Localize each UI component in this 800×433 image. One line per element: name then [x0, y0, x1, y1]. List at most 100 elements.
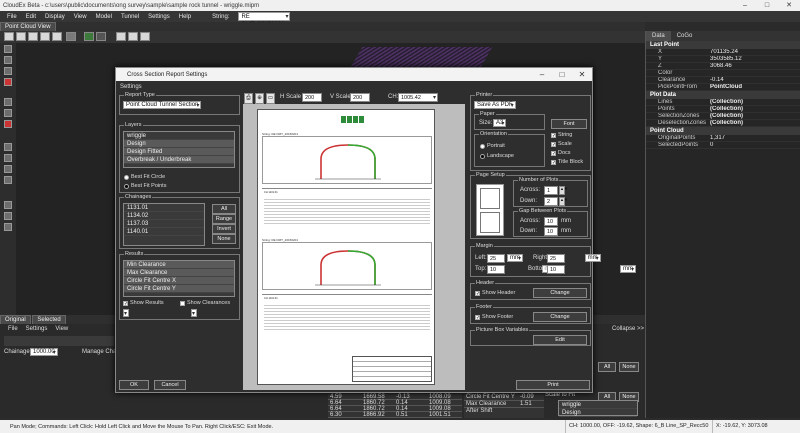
grid2-icon[interactable] [4, 212, 12, 220]
side-layer-list[interactable]: wriggle Design [558, 400, 638, 417]
chainages-list[interactable]: 1131.01 1134.02 1137.03 1140.01 [123, 203, 205, 246]
ellipse-icon[interactable] [4, 176, 12, 184]
show-clearances-checkbox[interactable]: Show Clearances [180, 300, 230, 306]
layers-list[interactable]: wriggle Design Design Fitted Overbreak /… [123, 131, 235, 168]
close-icon[interactable]: ✕ [778, 0, 800, 11]
string-select[interactable]: RE DMT_20150201 [238, 12, 291, 28]
image-tool-icon[interactable] [84, 32, 94, 41]
landscape-radio[interactable]: Landscape [480, 153, 514, 159]
all-button[interactable]: All [598, 362, 616, 372]
lower-menu-settings[interactable]: Settings [26, 326, 48, 332]
cancel-button[interactable]: Cancel [154, 380, 186, 390]
menu-file[interactable]: File [7, 14, 17, 20]
manage-chainages-label[interactable]: Manage Chai [82, 349, 118, 355]
string-checkbox[interactable]: ✓ String [551, 132, 572, 138]
margin-left-input[interactable]: 25 [487, 254, 505, 263]
measure-tool-icon[interactable] [116, 32, 126, 41]
preview-print-icon[interactable]: ⎙ [244, 93, 253, 104]
margin-bottom-unit-select[interactable]: mm [620, 265, 637, 273]
property-row[interactable]: Y 3503585.12 [646, 56, 800, 63]
property-row[interactable]: Points (Collection) [646, 106, 800, 113]
lower-menu-view[interactable]: View [55, 326, 68, 332]
list-item[interactable]: 1134.02 [124, 212, 204, 220]
portrait-radio[interactable]: Portrait [480, 143, 505, 149]
menu-edit[interactable]: Edit [26, 14, 36, 20]
list-item[interactable]: Design Fitted [124, 148, 234, 156]
pan-tool-icon[interactable] [16, 32, 26, 41]
footer-change-button[interactable]: Change [533, 312, 587, 322]
property-row[interactable]: Z 3068.46 [646, 63, 800, 70]
polyline-icon[interactable] [4, 109, 12, 117]
delete-icon[interactable] [4, 120, 12, 128]
property-row[interactable]: Clearance -0.14 [646, 77, 800, 84]
list-item[interactable]: 1140.01 [124, 228, 204, 236]
best-fit-circle-radio[interactable]: Best Fit Circle [124, 174, 165, 180]
minimize-icon[interactable]: – [734, 0, 756, 11]
point-icon[interactable] [4, 67, 12, 75]
menu-display[interactable]: Display [45, 14, 65, 20]
results-select-2[interactable] [191, 309, 197, 317]
chainage-none-button[interactable]: None [212, 234, 236, 244]
pick-icon[interactable] [4, 56, 12, 64]
menu-model[interactable]: Model [96, 14, 112, 20]
margin-left-unit-select[interactable]: mm [507, 254, 523, 262]
layers-tool-icon[interactable] [140, 32, 150, 41]
print-preview[interactable]: String: RE DMT_20150201 CH 1131.01 Strin… [243, 104, 465, 390]
line-icon[interactable] [4, 98, 12, 106]
dialog-close-icon[interactable]: ✕ [572, 68, 592, 81]
menu-tunnel[interactable]: Tunnel [121, 14, 139, 20]
plots-down-stepper[interactable]: ▲▼ [559, 197, 568, 206]
margin-right-input[interactable]: 25 [547, 254, 565, 263]
best-fit-points-radio[interactable]: Best Fit Points [124, 183, 166, 189]
list-item[interactable]: Circle Fit Centre Y [124, 285, 234, 293]
property-row[interactable]: SelectedPoints 0 [646, 142, 800, 149]
camera-tool-icon[interactable] [96, 32, 106, 41]
property-section-header[interactable]: Last Point [646, 41, 800, 49]
maximize-icon[interactable]: □ [756, 0, 778, 11]
property-row[interactable]: X 701135.24 [646, 49, 800, 56]
scale-checkbox[interactable]: ✓ Scale [551, 141, 572, 147]
stop-icon[interactable] [4, 78, 12, 86]
grid3-icon[interactable] [4, 223, 12, 231]
menu-settings[interactable]: Settings [148, 14, 170, 20]
show-results-checkbox[interactable]: ✓ Show Results [123, 300, 164, 306]
menu-view[interactable]: View [74, 14, 87, 20]
title-block-checkbox[interactable]: ✓ Title Block [551, 159, 583, 165]
results-select-1[interactable] [123, 309, 129, 317]
preview-page-icon[interactable]: ▭ [266, 93, 275, 104]
grid-icon[interactable] [4, 201, 12, 209]
tab-cogo[interactable]: CoGo [671, 31, 699, 41]
margin-bottom-input[interactable]: 10 [547, 265, 565, 274]
font-button[interactable]: Font [551, 119, 587, 129]
property-section-header[interactable]: Plot Data [646, 91, 800, 99]
circle-icon[interactable] [4, 143, 12, 151]
docs-checkbox[interactable]: ✓ Docs [551, 150, 571, 156]
property-row[interactable]: OriginalPoints 1,317 [646, 135, 800, 142]
property-row[interactable]: PickPointFrom PointCloud [646, 84, 800, 91]
results-list[interactable]: Min Clearance Max Clearance Circle Fit C… [123, 260, 235, 297]
ok-button[interactable]: OK [119, 380, 149, 390]
move-icon[interactable] [4, 45, 12, 53]
margin-top-input[interactable]: 10 [487, 265, 505, 274]
list-item[interactable]: Overbreak / Underbreak [124, 156, 234, 164]
plots-across-input[interactable]: 1 [544, 186, 558, 195]
list-item[interactable]: wriggle [559, 401, 637, 409]
property-section-header[interactable]: Point Cloud [646, 127, 800, 135]
property-row[interactable]: Lines (Collection) [646, 99, 800, 106]
tab-data[interactable]: Data [646, 31, 671, 41]
show-header-checkbox[interactable]: ✓ Show Header [475, 290, 515, 296]
list-item[interactable]: Min Clearance [124, 261, 234, 269]
plots-down-input[interactable]: 2 [544, 197, 558, 206]
report-type-select[interactable]: Point Cloud Tunnel Section [123, 101, 202, 109]
gap-across-input[interactable]: 10 [544, 217, 558, 226]
gap-down-input[interactable]: 10 [544, 227, 558, 236]
margin-right-unit-select[interactable]: mm [584, 254, 601, 262]
collapse-button[interactable]: Collapse >> [612, 326, 644, 332]
print-button[interactable]: Print [516, 380, 590, 390]
ch-select[interactable]: 1005.42 [398, 93, 438, 102]
property-row[interactable]: SelectionZones (Collection) [646, 113, 800, 120]
list-item[interactable]: 1131.01 [124, 204, 204, 212]
preview-zoom-icon[interactable]: ⊕ [255, 93, 264, 104]
printer-select[interactable]: Save As PDF [474, 101, 516, 109]
edit-button[interactable]: Edit [533, 335, 587, 345]
